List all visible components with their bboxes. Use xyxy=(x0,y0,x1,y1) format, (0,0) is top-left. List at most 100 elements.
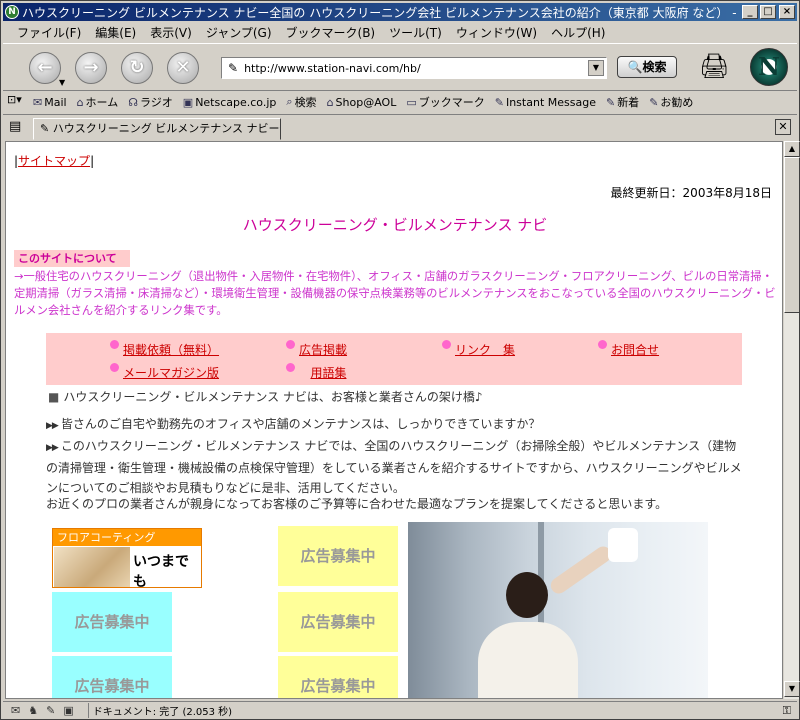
bullet-icon xyxy=(598,340,607,349)
sitemap-link-wrap: |サイトマップ| xyxy=(14,154,95,168)
browser-window: N ハウスクリーニング ビルメンテナンス ナビー全国の ハウスクリーニング会社 … xyxy=(0,0,800,720)
stop-icon: ✕ xyxy=(175,57,191,78)
search-button[interactable]: 🔍検索 xyxy=(617,56,677,78)
bullet-icon xyxy=(286,340,295,349)
navigation-toolbar: ← ▼ → ↻ ✕ ✎ ▼ 🔍検索 🖨 N xyxy=(3,43,797,91)
window-title: ハウスクリーニング ビルメンテナンス ナビー全国の ハウスクリーニング会社 ビル… xyxy=(22,5,740,20)
close-button[interactable]: × xyxy=(779,5,795,19)
site-title: ハウスクリーニング・ビルメンテナンス ナビ xyxy=(242,216,548,234)
my-icon: ▣ xyxy=(182,95,194,109)
scroll-down-button[interactable]: ▼ xyxy=(784,681,800,697)
menu-go[interactable]: ジャンプ(G) xyxy=(206,24,272,41)
pt-radio[interactable]: ☊ ラジオ xyxy=(128,94,173,110)
mail-status-icon[interactable]: ✉ xyxy=(11,704,20,717)
ad-floor-coating-text: いつまでも xyxy=(133,554,189,590)
back-button[interactable]: ← xyxy=(29,52,61,84)
pt-instant-message[interactable]: ✎ Instant Message xyxy=(495,96,596,109)
ad-floor-coating-header: フロアコーティング xyxy=(53,529,201,546)
pt-mail[interactable]: ✉ Mail xyxy=(33,96,67,109)
page-icon: ✎ xyxy=(40,122,53,135)
forward-arrow-icon: → xyxy=(83,57,99,78)
stop-button[interactable]: ✕ xyxy=(167,52,199,84)
intro-line: ■ ハウスクリーニング・ビルメンテナンス ナビは、お客様と業者さんの架け橋♪ xyxy=(48,390,483,404)
pt-search[interactable]: ⌕ 検索 xyxy=(286,94,316,110)
bullet-icon xyxy=(110,363,119,372)
minimize-button[interactable]: _ xyxy=(742,5,758,19)
back-dropdown-icon[interactable]: ▼ xyxy=(59,78,65,87)
menu-tools[interactable]: ツール(T) xyxy=(389,24,442,41)
status-bar: ✉ ♞ ✎ ▣ ドキュメント: 完了 (2.053 秒) ⚿ xyxy=(3,701,797,719)
bookmark-icon: ✎ xyxy=(649,95,659,109)
reload-button[interactable]: ↻ xyxy=(121,52,153,84)
menu-file[interactable]: ファイル(F) xyxy=(17,24,81,41)
netscape-app-icon: N xyxy=(5,5,19,19)
pt-netscape[interactable]: ▣ Netscape.co.jp xyxy=(183,96,277,109)
double-arrow-icon: ▶▶ xyxy=(46,443,59,453)
double-arrow-icon: ▶▶ xyxy=(46,421,59,431)
url-history-dropdown[interactable]: ▼ xyxy=(588,60,604,76)
scroll-thumb[interactable] xyxy=(784,157,800,313)
url-bar[interactable]: ✎ ▼ xyxy=(221,57,607,79)
address-book-icon[interactable]: ▣ xyxy=(63,704,73,717)
print-icon[interactable]: 🖨 xyxy=(699,52,729,80)
link-mail-magazine[interactable]: メールマガジン版 xyxy=(110,363,219,381)
bookmark-icon: ✎ xyxy=(494,95,504,109)
ad-floor-coating[interactable]: フロアコーティング いつまでも xyxy=(52,528,202,590)
bullet-icon xyxy=(110,340,119,349)
pt-home[interactable]: ⌂ ホーム xyxy=(77,94,119,110)
link-request-listing[interactable]: 掲載依頼（無料） xyxy=(110,340,219,358)
ad-slot[interactable]: 広告募集中 xyxy=(52,656,172,698)
nav-link-box: 掲載依頼（無料） 広告掲載 リンク 集 お問合せ メールマガジン版 用語集 xyxy=(46,333,742,385)
bullet-icon xyxy=(286,363,295,372)
security-lock-icon[interactable]: ⚿ xyxy=(783,704,791,718)
menu-edit[interactable]: 編集(E) xyxy=(95,24,136,41)
cleaning-photo xyxy=(408,522,708,698)
sitemap-link[interactable]: サイトマップ xyxy=(18,154,90,168)
composer-icon[interactable]: ✎ xyxy=(46,704,55,717)
status-text: ドキュメント: 完了 (2.053 秒) xyxy=(87,703,232,718)
link-contact[interactable]: お問合せ xyxy=(598,340,659,358)
search-icon: ⌕ xyxy=(286,95,293,108)
about-text: →一般住宅のハウスクリーニング（退出物件・入居物件・在宅物件）、オフィス・店舗の… xyxy=(14,270,776,317)
last-updated: 最終更新日：2003年8月18日 xyxy=(610,186,772,200)
menu-bar: ファイル(F) 編集(E) 表示(V) ジャンプ(G) ブックマーク(B) ツー… xyxy=(3,22,797,42)
link-links[interactable]: リンク 集 xyxy=(442,340,515,358)
ad-slot[interactable]: 広告募集中 xyxy=(278,592,398,652)
pt-recommend[interactable]: ✎ お勧め xyxy=(649,94,693,110)
link-glossary[interactable]: 用語集 xyxy=(286,363,346,381)
ad-slot[interactable]: 広告募集中 xyxy=(278,526,398,586)
menu-help[interactable]: ヘルプ(H) xyxy=(551,24,605,41)
link-advertise[interactable]: 広告掲載 xyxy=(286,340,347,358)
scroll-up-button[interactable]: ▲ xyxy=(784,141,800,157)
title-bar: N ハウスクリーニング ビルメンテナンス ナビー全国の ハウスクリーニング会社 … xyxy=(3,3,797,21)
page-proxy-icon[interactable]: ✎ xyxy=(228,61,238,75)
vertical-scrollbar[interactable]: ▲ ▼ xyxy=(783,141,800,699)
menu-window[interactable]: ウィンドウ(W) xyxy=(456,24,537,41)
sidebar-toggle-icon[interactable]: ▤ xyxy=(9,119,21,134)
url-input[interactable] xyxy=(244,61,588,75)
paragraph-2: ▶▶ このハウスクリーニング・ビルメンテナンス ナビでは、全国のハウスクリーニング… xyxy=(46,439,742,495)
menu-bookmarks[interactable]: ブックマーク(B) xyxy=(286,24,376,41)
menu-view[interactable]: 表示(V) xyxy=(150,24,192,41)
reload-icon: ↻ xyxy=(129,57,145,78)
radio-icon: ☊ xyxy=(128,95,138,109)
pt-bookmarks[interactable]: ▭ ブックマーク xyxy=(406,94,484,110)
floor-image xyxy=(54,547,130,587)
mail-icon: ✉ xyxy=(33,95,43,109)
maximize-button[interactable]: □ xyxy=(760,5,776,19)
forward-button[interactable]: → xyxy=(75,52,107,84)
page-content: |サイトマップ| 最終更新日：2003年8月18日 ハウスクリーニング・ビルメン… xyxy=(5,141,783,699)
shop-icon: ⌂ xyxy=(326,95,334,109)
im-status-icon[interactable]: ♞ xyxy=(28,704,38,717)
tab-active[interactable]: ✎ ハウスクリーニング ビルメンテナンス ナビー全... xyxy=(33,118,281,140)
magnifier-icon: 🔍 xyxy=(627,60,643,74)
netscape-logo[interactable]: N xyxy=(750,48,788,86)
ad-slot[interactable]: 広告募集中 xyxy=(52,592,172,652)
ad-slot[interactable]: 広告募集中 xyxy=(278,656,398,698)
pt-shop[interactable]: ⌂ Shop@AOL xyxy=(327,96,397,109)
bullet-icon xyxy=(442,340,451,349)
folder-icon: ▭ xyxy=(406,95,417,109)
bookmark-icon: ✎ xyxy=(605,95,616,109)
close-tab-button[interactable]: ✕ xyxy=(775,119,791,135)
pt-new[interactable]: ✎ 新着 xyxy=(606,94,639,110)
